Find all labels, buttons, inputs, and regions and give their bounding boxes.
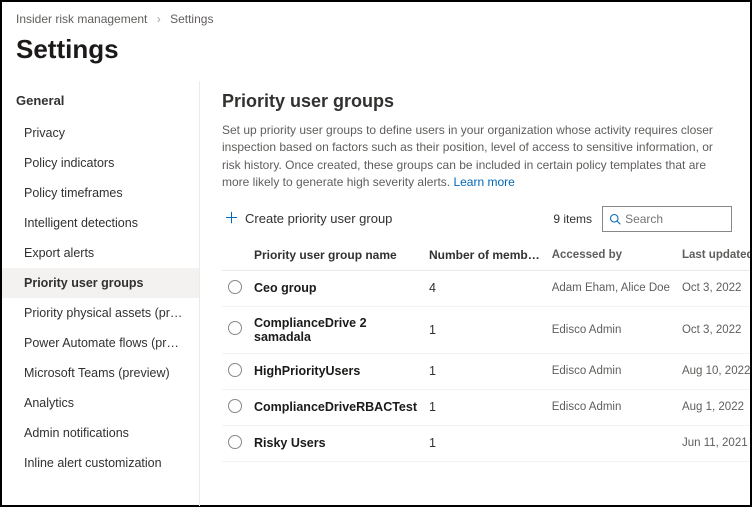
- sidebar-item-priority-user-groups[interactable]: Priority user groups: [2, 268, 199, 298]
- learn-more-link[interactable]: Learn more: [453, 175, 514, 189]
- content-pane: Priority user groups Set up priority use…: [200, 81, 750, 506]
- row-updated: Jun 11, 2021: [676, 425, 750, 461]
- row-updated: Aug 1, 2022: [676, 389, 750, 425]
- sidebar-item-priority-physical-assets-preview[interactable]: Priority physical assets (preview): [2, 298, 199, 328]
- row-name: ComplianceDriveRBACTest: [248, 389, 423, 425]
- priority-groups-table: Priority user group name Number of memb……: [222, 240, 750, 462]
- search-icon: [609, 212, 621, 226]
- sidebar-item-policy-indicators[interactable]: Policy indicators: [2, 148, 199, 178]
- chevron-right-icon: ›: [157, 12, 161, 26]
- table-row[interactable]: ComplianceDriveRBACTest1Edisco AdminAug …: [222, 389, 750, 425]
- search-input[interactable]: [625, 212, 725, 226]
- row-checkbox[interactable]: [228, 363, 242, 377]
- table-row[interactable]: HighPriorityUsers1Edisco AdminAug 10, 20…: [222, 353, 750, 389]
- row-name: ComplianceDrive 2 samadala: [248, 306, 423, 353]
- row-members: 1: [423, 306, 546, 353]
- search-box[interactable]: [602, 206, 732, 232]
- item-count: 9 items: [553, 212, 592, 226]
- select-all-header: [222, 240, 248, 271]
- content-description: Set up priority user groups to define us…: [222, 122, 732, 192]
- row-updated: Aug 10, 2022: [676, 353, 750, 389]
- row-updated: Oct 3, 2022: [676, 306, 750, 353]
- table-row[interactable]: ComplianceDrive 2 samadala1Edisco AdminO…: [222, 306, 750, 353]
- col-header-accessed[interactable]: Accessed by: [546, 240, 676, 271]
- table-row[interactable]: Risky Users1 Jun 11, 2021: [222, 425, 750, 461]
- row-checkbox[interactable]: [228, 435, 242, 449]
- row-accessed: [546, 425, 676, 461]
- sidebar-item-analytics[interactable]: Analytics: [2, 388, 199, 418]
- row-name: HighPriorityUsers: [248, 353, 423, 389]
- row-members: 1: [423, 389, 546, 425]
- content-heading: Priority user groups: [222, 91, 732, 112]
- row-members: 4: [423, 270, 546, 306]
- breadcrumb: Insider risk management › Settings: [2, 2, 750, 30]
- row-accessed: Edisco Admin: [546, 389, 676, 425]
- breadcrumb-parent[interactable]: Insider risk management: [16, 12, 147, 26]
- page-title: Settings: [2, 30, 750, 81]
- settings-sidebar: General PrivacyPolicy indicatorsPolicy t…: [2, 81, 200, 506]
- col-header-name[interactable]: Priority user group name: [248, 240, 423, 271]
- sidebar-item-admin-notifications[interactable]: Admin notifications: [2, 418, 199, 448]
- row-accessed: Edisco Admin: [546, 306, 676, 353]
- row-checkbox[interactable]: [228, 399, 242, 413]
- sidebar-item-privacy[interactable]: Privacy: [2, 118, 199, 148]
- row-checkbox[interactable]: [228, 321, 242, 335]
- row-name: Risky Users: [248, 425, 423, 461]
- create-priority-group-button[interactable]: ＋ Create priority user group: [222, 207, 394, 230]
- sidebar-item-intelligent-detections[interactable]: Intelligent detections: [2, 208, 199, 238]
- table-row[interactable]: Ceo group4Adam Eham, Alice DoeOct 3, 202…: [222, 270, 750, 306]
- row-checkbox[interactable]: [228, 280, 242, 294]
- row-accessed: Adam Eham, Alice Doe: [546, 270, 676, 306]
- sidebar-item-policy-timeframes[interactable]: Policy timeframes: [2, 178, 199, 208]
- sidebar-header: General: [2, 87, 199, 118]
- col-header-members[interactable]: Number of memb…: [423, 240, 546, 271]
- sidebar-item-export-alerts[interactable]: Export alerts: [2, 238, 199, 268]
- breadcrumb-current: Settings: [170, 12, 213, 26]
- col-header-updated[interactable]: Last updated: [676, 240, 750, 271]
- sidebar-item-power-automate-flows-preview[interactable]: Power Automate flows (preview): [2, 328, 199, 358]
- create-button-label: Create priority user group: [245, 211, 392, 226]
- row-accessed: Edisco Admin: [546, 353, 676, 389]
- sidebar-item-microsoft-teams-preview[interactable]: Microsoft Teams (preview): [2, 358, 199, 388]
- row-members: 1: [423, 353, 546, 389]
- row-members: 1: [423, 425, 546, 461]
- row-name: Ceo group: [248, 270, 423, 306]
- row-updated: Oct 3, 2022: [676, 270, 750, 306]
- plus-icon: ＋: [224, 211, 239, 226]
- sidebar-item-inline-alert-customization[interactable]: Inline alert customization: [2, 448, 199, 478]
